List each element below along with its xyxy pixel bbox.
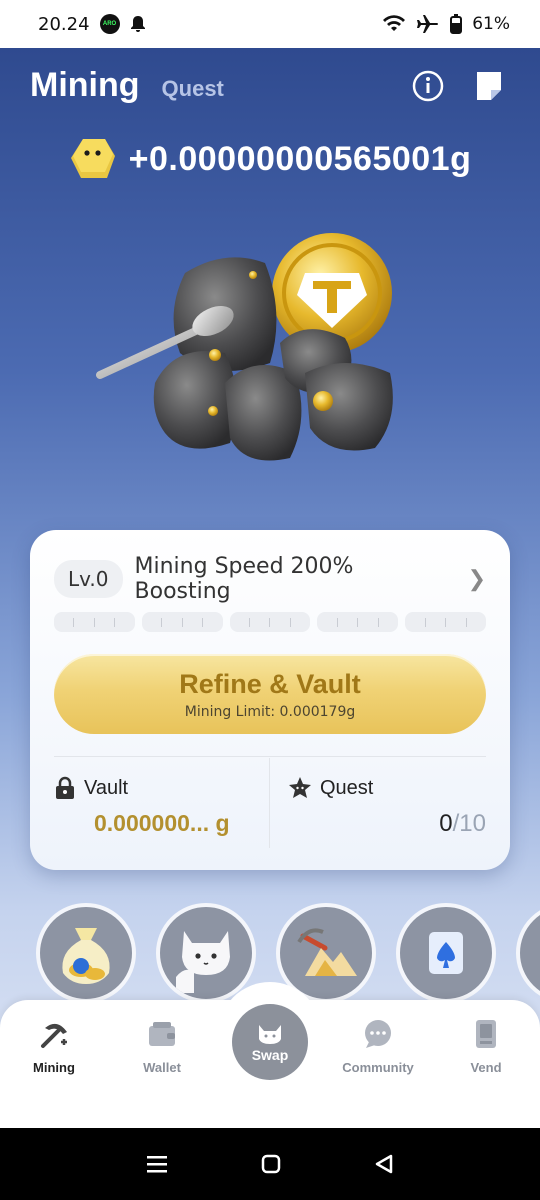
pickaxe-icon	[41, 1023, 67, 1048]
header: Mining Quest	[30, 66, 224, 105]
quest-total: /10	[452, 810, 486, 837]
progress-segment	[405, 612, 486, 632]
wallet-icon	[149, 1022, 175, 1046]
boost-row[interactable]: Lv.0 Mining Speed 200% Boosting ❯	[54, 554, 486, 604]
mining-card: Lv.0 Mining Speed 200% Boosting ❯ Refine…	[30, 530, 510, 870]
nav-label: Swap	[251, 1047, 289, 1063]
vault-label: Vault	[84, 776, 129, 799]
nav-label: Wallet	[143, 1060, 181, 1075]
bell-icon	[130, 16, 145, 32]
pickaxe-mountain-icon	[297, 928, 357, 976]
nav-mining[interactable]: Mining	[9, 1018, 99, 1075]
coin-face-icon	[70, 139, 115, 178]
balance-row: +0.00000000565001g	[0, 136, 540, 182]
nav-label: Community	[342, 1060, 414, 1075]
system-nav-bar	[0, 1128, 540, 1200]
home-icon[interactable]	[261, 1154, 281, 1174]
quest-current: 0	[439, 810, 453, 837]
level-progress-bar	[54, 612, 486, 632]
progress-segment	[229, 612, 311, 632]
refine-button-label: Refine & Vault	[179, 668, 361, 699]
divider	[54, 756, 486, 757]
aro-app-icon: ARO	[99, 14, 120, 34]
money-bag-icon	[62, 928, 110, 984]
level-badge: Lv.0	[54, 560, 123, 598]
refine-vault-button[interactable]: Refine & Vault Mining Limit: 0.000179g	[54, 654, 486, 734]
mining-screen: Mining Quest +0.00000000565001g Lv.0 Min…	[0, 48, 540, 1128]
chat-icon	[365, 1020, 391, 1048]
nav-community[interactable]: Community	[333, 1018, 423, 1075]
page-title[interactable]: Mining	[30, 66, 140, 105]
info-icon[interactable]	[412, 70, 444, 102]
money-bag-shortcut[interactable]	[36, 903, 136, 1003]
tab-quest[interactable]: Quest	[162, 76, 224, 102]
vault-section[interactable]: Vault	[54, 776, 128, 800]
airplane-icon	[417, 15, 439, 33]
recent-apps-icon[interactable]	[146, 1155, 168, 1173]
star-face-icon	[289, 777, 311, 798]
mascot-icon	[176, 931, 230, 993]
status-bar: 20.24 ARO 61%	[0, 0, 540, 48]
boost-text: Mining Speed 200% Boosting	[134, 554, 354, 604]
more-shortcut[interactable]	[516, 903, 540, 1003]
quest-label: Quest	[320, 776, 374, 799]
mining-balance: +0.00000000565001g	[128, 139, 472, 178]
nav-label: Vend	[470, 1060, 502, 1075]
lock-icon	[56, 776, 74, 799]
back-icon[interactable]	[374, 1154, 394, 1174]
ore-spoon-coin-illustration	[96, 233, 393, 461]
progress-segment	[317, 612, 399, 632]
quest-section[interactable]: Quest	[288, 776, 373, 800]
mining-limit-text: Mining Limit: 0.000179g	[184, 703, 356, 720]
progress-segment	[54, 612, 135, 632]
quest-progress: 0/10	[439, 810, 486, 838]
mascot-shortcut[interactable]	[156, 903, 256, 1003]
chevron-right-icon: ❯	[467, 566, 486, 591]
divider	[269, 758, 270, 848]
nav-label: Mining	[33, 1060, 75, 1075]
cat-icon	[259, 1025, 281, 1044]
battery-icon	[450, 14, 463, 34]
vault-value: 0.000000... g	[94, 810, 230, 836]
battery-percent: 61%	[472, 14, 510, 34]
spade-card-shortcut[interactable]	[396, 903, 496, 1003]
vending-icon	[476, 1020, 496, 1048]
note-icon[interactable]	[474, 70, 504, 102]
nav-vend[interactable]: Vend	[441, 1018, 531, 1075]
spade-card-icon	[429, 932, 463, 974]
nav-wallet[interactable]: Wallet	[117, 1018, 207, 1075]
status-time: 20.24	[38, 13, 90, 35]
bottom-nav: Mining Wallet Swap Community Vend	[0, 982, 540, 1128]
nav-swap-button[interactable]: Swap	[232, 1004, 308, 1080]
progress-segment	[141, 612, 223, 632]
wifi-icon	[383, 15, 406, 31]
